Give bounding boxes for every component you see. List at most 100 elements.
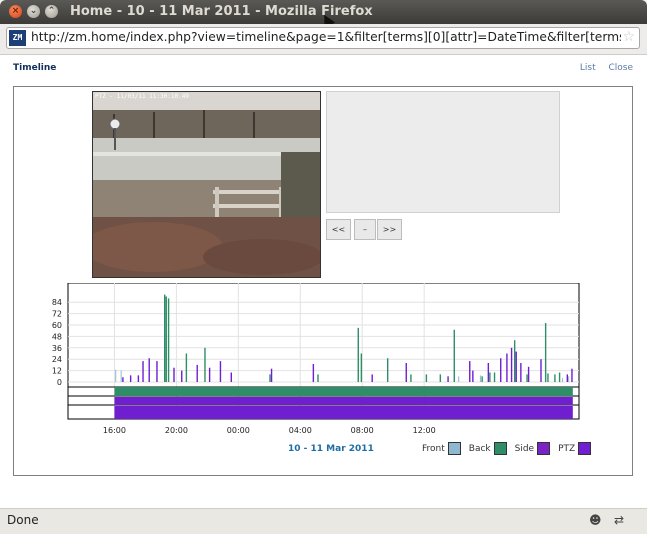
ptz-event-bar — [142, 361, 144, 382]
ptz-event-bar — [447, 376, 449, 382]
legend-swatch-ptz — [578, 442, 592, 455]
y-tick-label: 72 — [52, 310, 62, 319]
window-maximize-button[interactable]: ⌃ — [45, 5, 58, 18]
ptz-event-bar — [566, 374, 569, 382]
y-tick-label: 36 — [52, 344, 62, 353]
ptz-event-bar — [500, 358, 502, 382]
event-preview-area — [326, 91, 560, 213]
x-tick-label: 04:00 — [289, 426, 312, 435]
bookmark-star-icon[interactable]: ☆ — [622, 29, 635, 45]
legend-item-front: Front — [422, 442, 466, 455]
ptz-event-bar — [510, 347, 513, 382]
side-event-bar — [164, 294, 166, 382]
legend-swatch-back — [493, 442, 507, 455]
y-tick-label: 48 — [52, 332, 62, 341]
page-title: Timeline — [13, 63, 57, 73]
status-text: Done — [7, 513, 39, 527]
side-event-bar — [167, 298, 170, 382]
ptz-event-bar — [571, 368, 573, 382]
ptz-event-bar — [270, 368, 273, 382]
y-tick-label: 24 — [52, 355, 62, 364]
ptz-event-bar — [230, 372, 232, 382]
ptz-activity-track-lower — [114, 406, 573, 419]
side-event-bar — [558, 372, 561, 382]
ptz-event-bar — [137, 375, 140, 382]
legend-label-side: Side — [514, 444, 535, 454]
ptz-event-bar — [312, 363, 315, 382]
front-event-bar — [458, 376, 460, 382]
y-tick-label: 84 — [52, 298, 62, 307]
side-event-bar — [544, 323, 547, 382]
next-button[interactable]: >> — [377, 219, 402, 240]
middle-button[interactable]: – — [354, 219, 376, 240]
side-event-bar — [481, 376, 483, 382]
y-tick-label: 0 — [57, 378, 62, 387]
list-link[interactable]: List — [580, 63, 596, 73]
legend-item-back: Back — [469, 442, 512, 455]
front-event-bar — [479, 375, 481, 382]
side-event-bar — [439, 374, 442, 382]
url-text[interactable]: http://zm.home/index.php?view=timeline&p… — [31, 30, 621, 44]
ptz-event-bar — [148, 358, 150, 382]
side-event-bar — [513, 340, 516, 382]
side-event-bar — [425, 374, 428, 382]
title-bar: × ⌄ ⌃ Home - 10 - 11 Mar 2011 - Mozilla … — [0, 0, 647, 29]
x-tick-label: 00:00 — [227, 426, 250, 435]
timeline-chart[interactable]: 84 72 60 48 36 24 12 0 16:00 20:00 00:00 04:00 08:00… — [14, 283, 632, 438]
site-favicon-icon: ZM — [9, 30, 26, 46]
window-minimize-button[interactable]: ⌄ — [27, 5, 40, 18]
side-event-bar — [269, 374, 271, 382]
side-event-bar — [493, 372, 496, 382]
side-event-bar — [547, 373, 549, 382]
ptz-activity-track-upper — [114, 397, 573, 405]
side-event-bar — [357, 327, 359, 382]
legend-label-front: Front — [422, 444, 445, 454]
ptz-event-bar — [540, 359, 542, 382]
legend-item-side: Side — [515, 442, 555, 455]
ptz-event-bar — [506, 353, 508, 382]
front-event-bar — [120, 370, 122, 382]
ptz-event-bar — [469, 361, 471, 382]
network-activity-icon[interactable]: ⇄ — [614, 513, 630, 527]
ptz-event-bar — [527, 366, 530, 382]
navigation-toolbar: ZM http://zm.home/index.php?view=timelin… — [0, 24, 647, 55]
x-tick-label: 16:00 — [103, 426, 126, 435]
side-event-bar — [410, 374, 412, 382]
legend-swatch-front — [447, 442, 461, 455]
camera-timestamp-overlay: PTZ - 11/03/11 11:30:10.49 — [95, 93, 189, 100]
camera-image[interactable]: PTZ - 11/03/11 11:30:10.49 — [92, 91, 321, 278]
chart-legend: Front Back Side PTZ — [422, 442, 599, 455]
side-event-bar — [526, 374, 528, 382]
x-tick-label: 08:00 — [351, 426, 374, 435]
ptz-event-bar — [371, 374, 373, 382]
front-event-bar — [568, 376, 570, 382]
x-tick-label: 12:00 — [413, 426, 436, 435]
ptz-event-bar — [520, 363, 522, 382]
status-bar: Done ☻ ⇄ — [0, 508, 647, 534]
top-links: List Close — [570, 63, 633, 73]
address-bar[interactable]: ZM http://zm.home/index.php?view=timelin… — [6, 27, 640, 49]
side-event-bar — [360, 353, 363, 382]
y-tick-label: 12 — [52, 367, 62, 376]
window-close-button[interactable]: × — [9, 5, 22, 18]
side-event-bar — [165, 296, 167, 382]
chart-date-label: 10 - 11 Mar 2011 — [288, 444, 374, 454]
camera-scene — [93, 92, 320, 277]
front-event-bar — [115, 369, 117, 382]
y-tick-label: 60 — [52, 321, 62, 330]
ptz-event-bar — [122, 377, 124, 382]
side-event-bar — [185, 353, 188, 382]
legend-swatch-side — [537, 442, 551, 455]
addon-icon[interactable]: ☻ — [589, 513, 605, 527]
close-link[interactable]: Close — [608, 63, 633, 73]
side-event-bar — [204, 347, 206, 382]
side-event-bar — [317, 374, 319, 382]
ptz-event-bar — [181, 370, 183, 382]
x-tick-label: 20:00 — [165, 426, 188, 435]
side-activity-track — [114, 387, 573, 396]
previous-button[interactable]: << — [326, 219, 351, 240]
timeline-panel: PTZ - 11/03/11 11:30:10.49 << – >> 84 72 6… — [13, 86, 633, 476]
ptz-event-bar — [487, 363, 490, 382]
side-event-bar — [489, 372, 491, 382]
legend-label-back: Back — [468, 444, 491, 454]
